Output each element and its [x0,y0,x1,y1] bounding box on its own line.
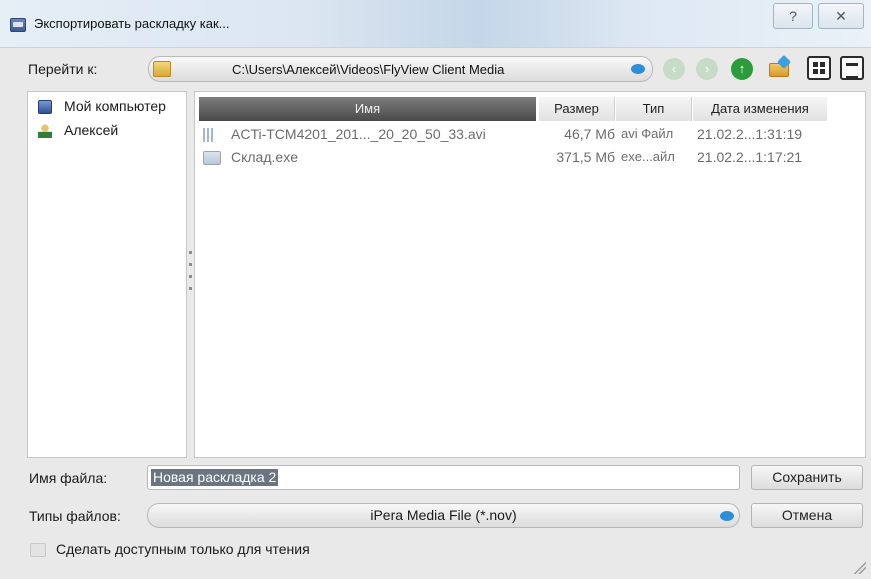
file-name: ACTi-TCM4201_201..._20_20_50_33.avi [231,126,486,142]
save-button[interactable]: Сохранить [751,465,863,490]
new-folder-icon[interactable] [769,54,792,79]
user-icon [38,124,52,138]
go-to-label: Перейти к: [28,61,98,77]
readonly-label: Сделать доступным только для чтения [56,541,310,557]
list-view-icon[interactable] [840,56,864,80]
video-file-icon [203,128,221,142]
sidebar-item-label: Алексей [64,122,119,138]
splitter-handle[interactable] [187,91,194,458]
detail-view-icon[interactable] [807,56,831,80]
file-date: 21.02.2...1:17:21 [697,149,803,165]
path-combobox[interactable]: C:\Users\Алексей\Videos\FlyView Client M… [148,56,653,82]
back-icon[interactable]: ‹ [663,58,685,80]
help-button[interactable]: ? [773,3,813,29]
help-icon: ? [789,8,797,24]
file-name: Склад.exe [231,149,298,165]
file-size: 371,5 Мб [556,149,615,165]
column-header-type[interactable]: Тип [616,97,692,121]
forward-icon[interactable]: › [696,58,718,80]
readonly-checkbox[interactable] [30,543,46,557]
dropdown-icon[interactable] [631,64,645,74]
filename-input[interactable]: Новая раскладка 2 [147,465,740,490]
exe-file-icon [203,151,221,165]
folder-icon [153,61,171,77]
file-size: 46,7 Мб [564,126,615,142]
file-type: avi Файл [621,126,674,141]
file-date: 21.02.2...1:31:19 [697,126,803,142]
file-types-select[interactable]: iPera Media File (*.nov) [147,503,740,528]
sidebar-item-label: Мой компьютер [64,98,166,114]
file-row[interactable]: Склад.exe 371,5 Мб exe...айл 21.02.2...1… [199,147,859,169]
filename-value: Новая раскладка 2 [151,469,279,486]
file-types-label: Типы файлов: [29,508,121,524]
path-value: C:\Users\Алексей\Videos\FlyView Client M… [232,62,505,77]
column-header-date[interactable]: Дата изменения [693,97,827,121]
file-row[interactable]: ACTi-TCM4201_201..._20_20_50_33.avi 46,7… [199,124,859,146]
file-types-value: iPera Media File (*.nov) [370,507,517,523]
computer-icon [38,100,52,114]
file-type: exe...айл [621,149,675,164]
window-title: Экспортировать раскладку как... [34,16,230,31]
column-header-name[interactable]: Имя [199,97,536,121]
up-icon[interactable]: ↑ [731,58,753,80]
app-icon [10,18,26,32]
places-sidebar: Мой компьютер Алексей [27,91,187,458]
file-list: Имя Размер Тип Дата изменения ACTi-TCM42… [194,91,866,458]
resize-grip-icon[interactable] [852,560,866,574]
column-header-size[interactable]: Размер [539,97,615,121]
title-bar: Экспортировать раскладку как... ? ✕ [0,0,871,48]
cancel-button[interactable]: Отмена [751,503,863,528]
close-icon: ✕ [835,8,847,24]
close-button[interactable]: ✕ [818,3,864,29]
filename-label: Имя файла: [29,470,108,486]
dropdown-icon[interactable] [720,511,734,521]
